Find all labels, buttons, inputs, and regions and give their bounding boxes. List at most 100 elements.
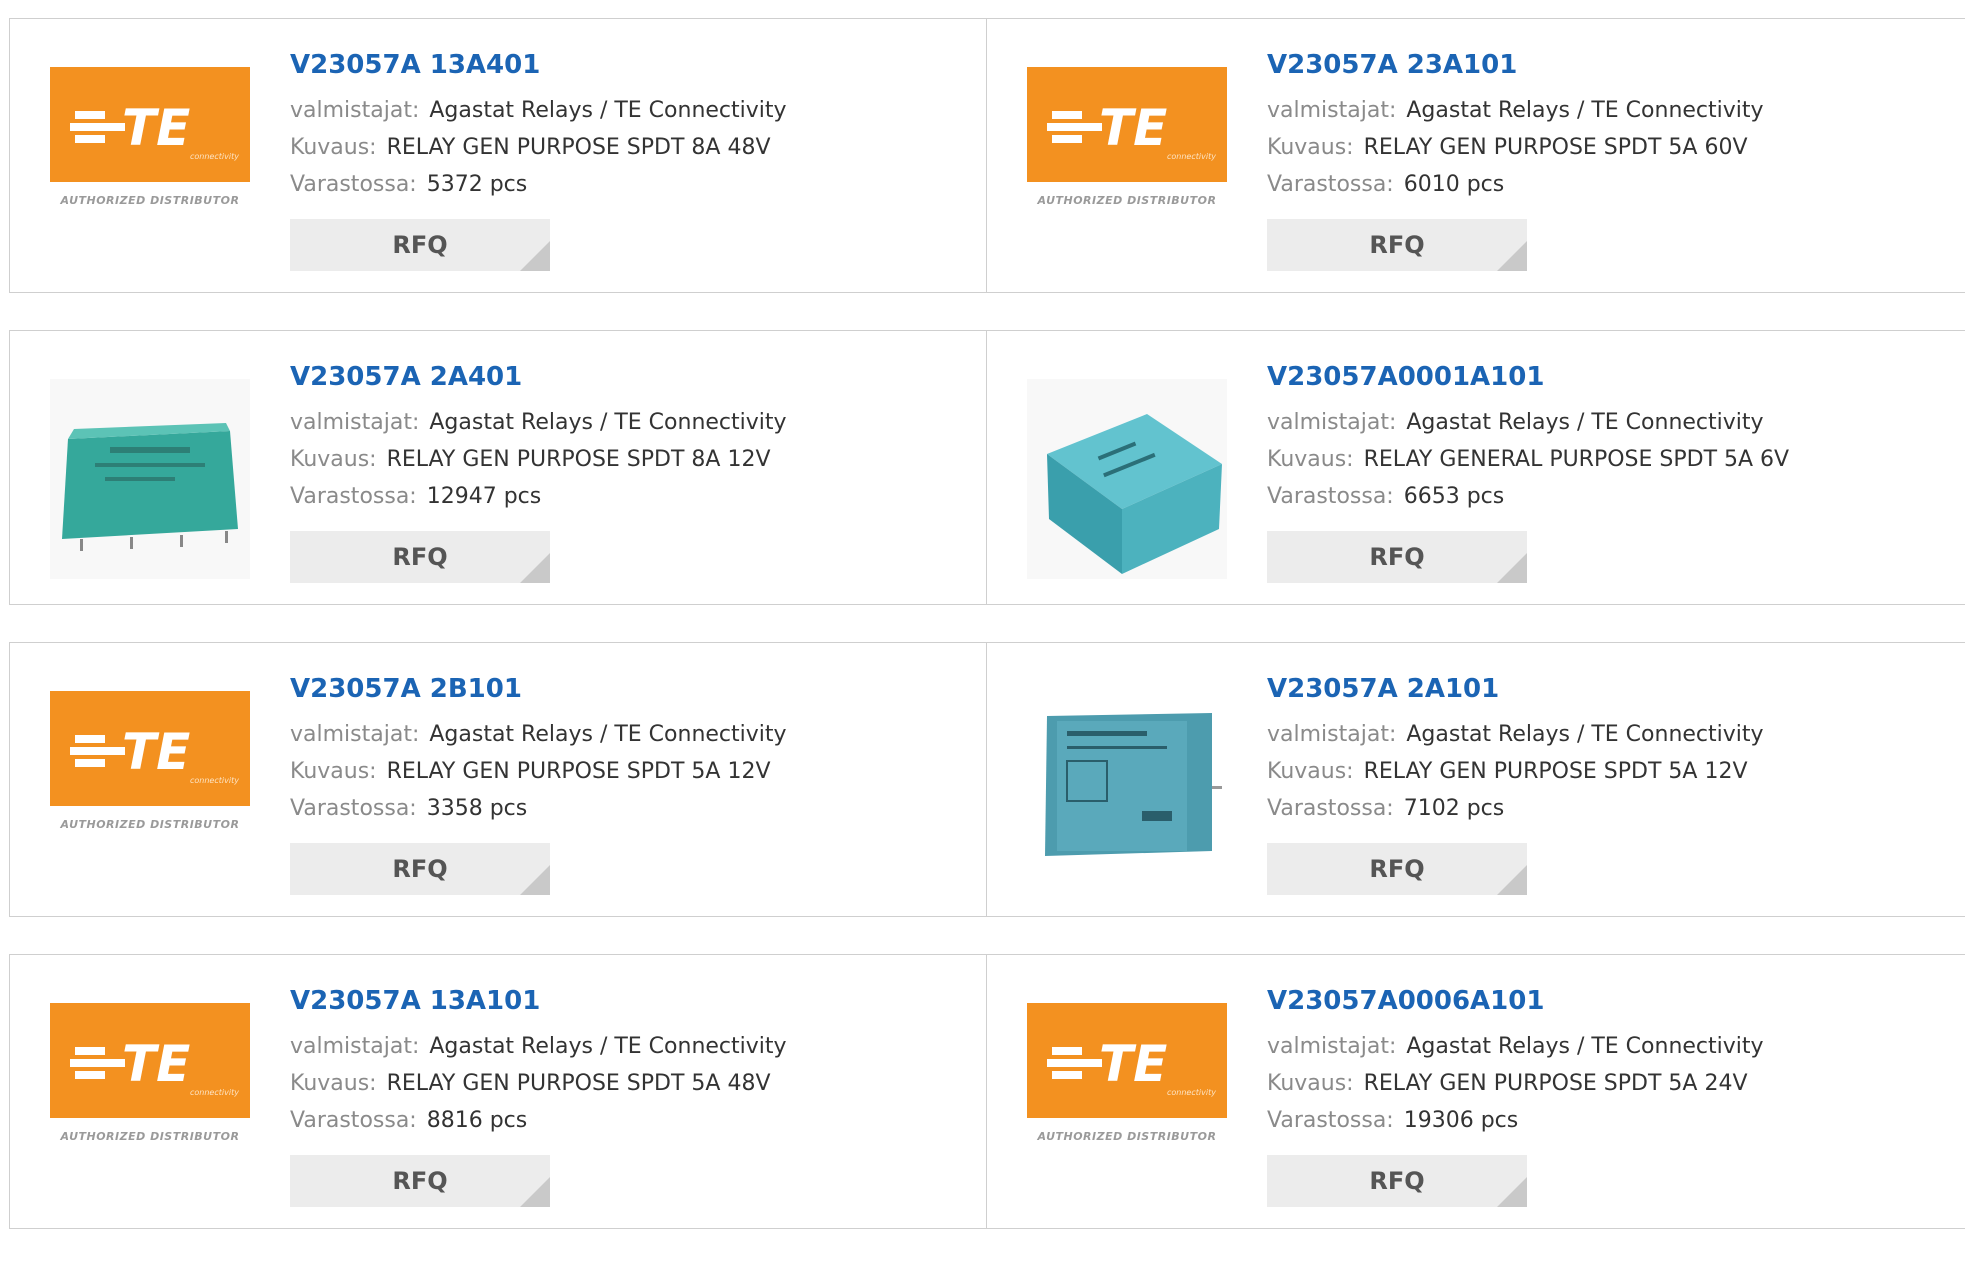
stock-value: 19306 pcs [1403, 1108, 1519, 1133]
relay-photo-image[interactable] [1027, 379, 1227, 579]
rfq-button[interactable]: RFQ [1267, 843, 1527, 895]
part-number-link[interactable]: V23057A 13A401 [290, 49, 787, 81]
description-label: Kuvaus: [1267, 447, 1354, 472]
product-card: TE connectivity AUTHORIZED DISTRIBUTOR V… [986, 18, 1965, 293]
description-label: Kuvaus: [290, 759, 377, 784]
svg-text:connectivity: connectivity [190, 776, 239, 785]
stock-label: Varastossa: [290, 172, 417, 197]
stock-label: Varastossa: [290, 484, 417, 509]
rfq-button[interactable]: RFQ [1267, 531, 1527, 583]
stock-value: 8816 pcs [426, 1108, 528, 1133]
description-value: RELAY GENERAL PURPOSE SPDT 5A 6V [1363, 447, 1790, 472]
stock-value: 7102 pcs [1403, 796, 1505, 821]
description-label: Kuvaus: [1267, 1071, 1354, 1096]
te-logo-image[interactable]: TE connectivity AUTHORIZED DISTRIBUTOR [50, 67, 250, 267]
stock-value: 6010 pcs [1403, 172, 1505, 197]
description-value: RELAY GEN PURPOSE SPDT 5A 12V [386, 759, 771, 784]
manufacturer-label: valmistajat: [290, 722, 420, 747]
product-card: TE connectivity AUTHORIZED DISTRIBUTOR V… [9, 18, 988, 293]
te-logo-image[interactable]: TE connectivity AUTHORIZED DISTRIBUTOR [1027, 1003, 1227, 1203]
rfq-button[interactable]: RFQ [290, 843, 550, 895]
product-card: TE connectivity AUTHORIZED DISTRIBUTOR V… [9, 642, 988, 917]
manufacturer-label: valmistajat: [1267, 722, 1397, 747]
part-number-link[interactable]: V23057A0001A101 [1267, 361, 1789, 393]
manufacturer-value: Agastat Relays / TE Connectivity [1406, 722, 1764, 747]
manufacturer-value: Agastat Relays / TE Connectivity [1406, 98, 1764, 123]
description-value: RELAY GEN PURPOSE SPDT 5A 24V [1363, 1071, 1748, 1096]
relay-photo-image[interactable] [50, 379, 250, 579]
description-label: Kuvaus: [290, 447, 377, 472]
product-grid: TE connectivity AUTHORIZED DISTRIBUTOR V… [9, 18, 1965, 1266]
product-card: TE connectivity AUTHORIZED DISTRIBUTOR V… [9, 954, 988, 1229]
te-wordmark: TE [122, 1035, 190, 1093]
product-card: V23057A 2A101 valmistajat: Agastat Relays… [986, 642, 1965, 917]
part-number-link[interactable]: V23057A 2B101 [290, 673, 787, 705]
rfq-button[interactable]: RFQ [290, 219, 550, 271]
te-wordmark: TE [1099, 99, 1167, 157]
stock-label: Varastossa: [1267, 172, 1394, 197]
stock-label: Varastossa: [290, 796, 417, 821]
rfq-button[interactable]: RFQ [1267, 219, 1527, 271]
description-value: RELAY GEN PURPOSE SPDT 5A 48V [386, 1071, 771, 1096]
description-value: RELAY GEN PURPOSE SPDT 8A 48V [386, 135, 771, 160]
svg-text:connectivity: connectivity [190, 1088, 239, 1097]
stock-value: 5372 pcs [426, 172, 528, 197]
authorized-distributor-badge: AUTHORIZED DISTRIBUTOR [60, 194, 240, 207]
authorized-distributor-badge: AUTHORIZED DISTRIBUTOR [60, 818, 240, 831]
description-value: RELAY GEN PURPOSE SPDT 5A 12V [1363, 759, 1748, 784]
product-card: TE connectivity AUTHORIZED DISTRIBUTOR V… [986, 954, 1965, 1229]
rfq-button[interactable]: RFQ [290, 1155, 550, 1207]
stock-label: Varastossa: [290, 1108, 417, 1133]
te-logo-image[interactable]: TE connectivity AUTHORIZED DISTRIBUTOR [50, 691, 250, 891]
te-wordmark: TE [1099, 1035, 1167, 1093]
product-row: TE connectivity AUTHORIZED DISTRIBUTOR V… [9, 642, 1965, 917]
stock-label: Varastossa: [1267, 796, 1394, 821]
rfq-button[interactable]: RFQ [1267, 1155, 1527, 1207]
stock-value: 6653 pcs [1403, 484, 1505, 509]
relay-photo-image[interactable] [1027, 691, 1227, 891]
authorized-distributor-badge: AUTHORIZED DISTRIBUTOR [1037, 1130, 1217, 1143]
manufacturer-label: valmistajat: [290, 1034, 420, 1059]
svg-text:connectivity: connectivity [1167, 152, 1216, 161]
te-logo-image[interactable]: TE connectivity AUTHORIZED DISTRIBUTOR [1027, 67, 1227, 267]
te-wordmark: TE [122, 723, 190, 781]
manufacturer-label: valmistajat: [1267, 410, 1397, 435]
stock-value: 3358 pcs [426, 796, 528, 821]
manufacturer-value: Agastat Relays / TE Connectivity [429, 722, 787, 747]
rfq-button[interactable]: RFQ [290, 531, 550, 583]
product-card: V23057A0001A101 valmistajat: Agastat Rela… [986, 330, 1965, 605]
manufacturer-value: Agastat Relays / TE Connectivity [429, 1034, 787, 1059]
stock-value: 12947 pcs [426, 484, 542, 509]
manufacturer-value: Agastat Relays / TE Connectivity [1406, 1034, 1764, 1059]
part-number-link[interactable]: V23057A 13A101 [290, 985, 787, 1017]
description-value: RELAY GEN PURPOSE SPDT 5A 60V [1363, 135, 1748, 160]
description-label: Kuvaus: [1267, 759, 1354, 784]
product-row: TE connectivity AUTHORIZED DISTRIBUTOR V… [9, 954, 1965, 1229]
authorized-distributor-badge: AUTHORIZED DISTRIBUTOR [60, 1130, 240, 1143]
product-row: TE connectivity AUTHORIZED DISTRIBUTOR V… [9, 18, 1965, 293]
svg-text:connectivity: connectivity [1167, 1088, 1216, 1097]
te-wordmark: TE [122, 99, 190, 157]
description-value: RELAY GEN PURPOSE SPDT 8A 12V [386, 447, 771, 472]
product-row: V23057A 2A401 valmistajat: Agastat Relays… [9, 330, 1965, 605]
part-number-link[interactable]: V23057A 23A101 [1267, 49, 1764, 81]
part-number-link[interactable]: V23057A 2A401 [290, 361, 787, 393]
product-card: V23057A 2A401 valmistajat: Agastat Relays… [9, 330, 988, 605]
manufacturer-label: valmistajat: [290, 98, 420, 123]
manufacturer-label: valmistajat: [1267, 98, 1397, 123]
description-label: Kuvaus: [290, 135, 377, 160]
part-number-link[interactable]: V23057A0006A101 [1267, 985, 1764, 1017]
description-label: Kuvaus: [290, 1071, 377, 1096]
te-logo-image[interactable]: TE connectivity AUTHORIZED DISTRIBUTOR [50, 1003, 250, 1203]
manufacturer-label: valmistajat: [290, 410, 420, 435]
manufacturer-value: Agastat Relays / TE Connectivity [1406, 410, 1764, 435]
manufacturer-value: Agastat Relays / TE Connectivity [429, 410, 787, 435]
part-number-link[interactable]: V23057A 2A101 [1267, 673, 1764, 705]
manufacturer-value: Agastat Relays / TE Connectivity [429, 98, 787, 123]
svg-text:connectivity: connectivity [190, 152, 239, 161]
description-label: Kuvaus: [1267, 135, 1354, 160]
stock-label: Varastossa: [1267, 484, 1394, 509]
stock-label: Varastossa: [1267, 1108, 1394, 1133]
manufacturer-label: valmistajat: [1267, 1034, 1397, 1059]
authorized-distributor-badge: AUTHORIZED DISTRIBUTOR [1037, 194, 1217, 207]
